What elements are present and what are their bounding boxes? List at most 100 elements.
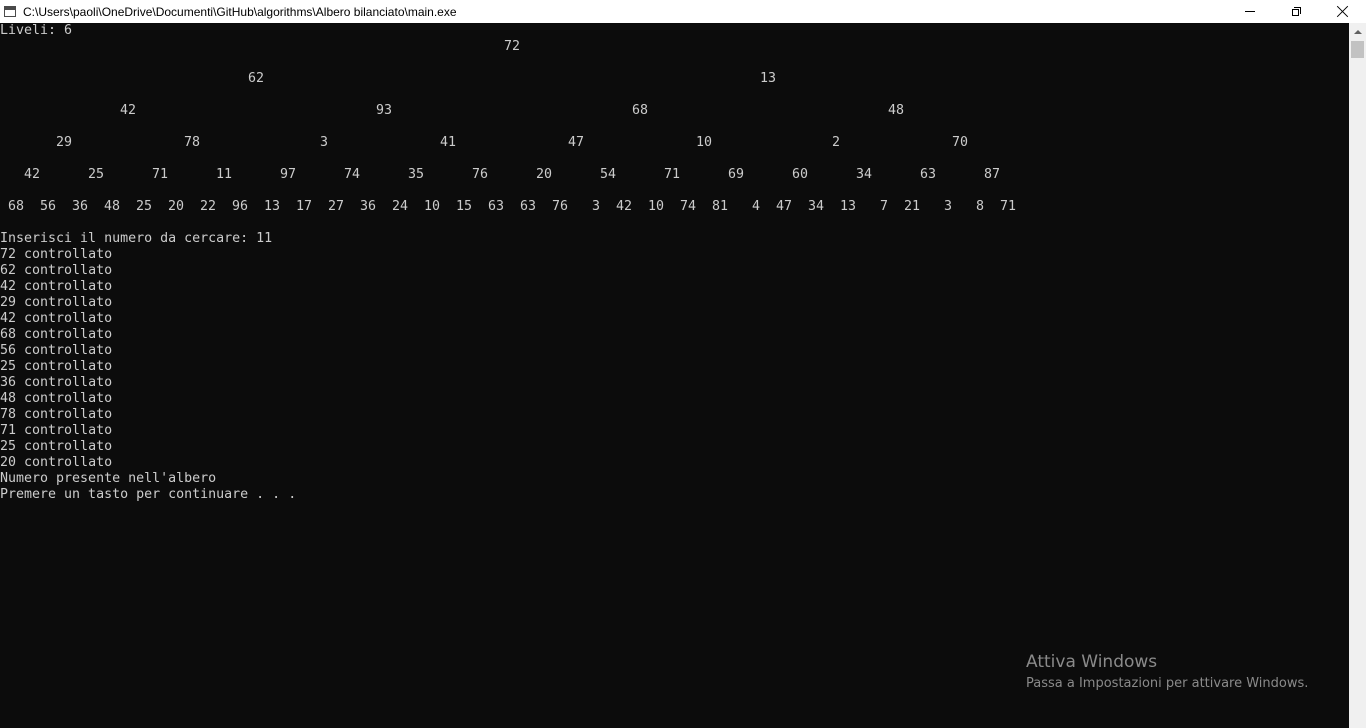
tree-node: 20: [168, 199, 185, 214]
tree-node: 8: [975, 199, 984, 214]
close-button[interactable]: [1319, 0, 1365, 23]
tree-node: 47: [568, 135, 585, 150]
tree-node: 63: [920, 167, 937, 182]
tree-node: 63: [520, 199, 537, 214]
tree-node: 93: [376, 103, 393, 118]
tree-node: 7: [879, 199, 888, 214]
checked-value: 20: [0, 455, 17, 470]
checked-value: 62: [0, 263, 17, 278]
tree-node: 36: [360, 199, 377, 214]
tree-node: 13: [264, 199, 281, 214]
tree-node: 72: [504, 39, 521, 54]
checked-value: 56: [0, 343, 17, 358]
tree-node: 60: [792, 167, 809, 182]
tree-node: 76: [552, 199, 569, 214]
checked-suffix: controllato: [16, 295, 113, 310]
checked-value: 29: [0, 295, 17, 310]
tree-node: 69: [728, 167, 745, 182]
console-app-icon[interactable]: [4, 6, 16, 17]
tree-node: 56: [40, 199, 57, 214]
tree-node: 42: [24, 167, 41, 182]
checked-value: 42: [0, 311, 17, 326]
checked-line: 42 controllato: [0, 279, 112, 295]
tree-node: 62: [248, 71, 265, 86]
tree-node: 20: [536, 167, 553, 182]
minimize-button[interactable]: [1227, 0, 1273, 23]
close-icon: [1337, 6, 1348, 17]
tree-node: 10: [424, 199, 441, 214]
tree-node: 97: [280, 167, 297, 182]
checked-line: 29 controllato: [0, 295, 112, 311]
window-title: C:\Users\paoli\OneDrive\Documenti\GitHub…: [23, 4, 457, 19]
checked-suffix: controllato: [16, 263, 113, 278]
checked-value: 68: [0, 327, 17, 342]
console-window: C:\Users\paoli\OneDrive\Documenti\GitHub…: [0, 0, 1366, 728]
restore-button[interactable]: [1273, 0, 1319, 23]
activation-watermark: Attiva Windows Passa a Impostazioni per …: [1026, 651, 1308, 694]
tree-node: 36: [72, 199, 89, 214]
checked-value: 78: [0, 407, 17, 422]
tree-node: 70: [952, 135, 969, 150]
console-output[interactable]: Liveli: 6 72 62 13 42 93 68 48 29 78 3 41 47 10 2 70 42…: [0, 23, 1349, 728]
checked-line: 36 controllato: [0, 375, 112, 391]
checked-suffix: controllato: [16, 455, 113, 470]
checked-value: 48: [0, 391, 17, 406]
tree-node: 25: [88, 167, 105, 182]
tree-node: 48: [104, 199, 121, 214]
watermark-subtitle: Passa a Impostazioni per attivare Window…: [1026, 676, 1309, 691]
tree-node: 68: [8, 199, 25, 214]
vertical-scrollbar[interactable]: [1349, 23, 1366, 728]
checked-value: 72: [0, 247, 17, 262]
tree-node: 71: [152, 167, 169, 182]
checked-suffix: controllato: [16, 311, 113, 326]
tree-node: 34: [856, 167, 873, 182]
tree-node: 47: [776, 199, 793, 214]
tree-node: 22: [200, 199, 217, 214]
checked-suffix: controllato: [16, 279, 113, 294]
tree-node: 2: [831, 135, 840, 150]
checked-value: 71: [0, 423, 17, 438]
tree-node: 96: [232, 199, 249, 214]
title-bar[interactable]: C:\Users\paoli\OneDrive\Documenti\GitHub…: [0, 0, 1366, 23]
checked-line: 78 controllato: [0, 407, 112, 423]
tree-node: 63: [488, 199, 505, 214]
tree-node: 74: [344, 167, 361, 182]
tree-node: 74: [680, 199, 697, 214]
tree-node: 71: [664, 167, 681, 182]
tree-node: 25: [136, 199, 153, 214]
tree-node: 34: [808, 199, 825, 214]
tree-node: 71: [1000, 199, 1017, 214]
tree-node: 11: [216, 167, 233, 182]
checked-line: 25 controllato: [0, 359, 112, 375]
scroll-up-button[interactable]: [1349, 23, 1366, 40]
checked-line: 68 controllato: [0, 327, 112, 343]
checked-value: 25: [0, 439, 17, 454]
checked-line: 72 controllato: [0, 247, 112, 263]
tree-node: 27: [328, 199, 345, 214]
tree-node: 42: [120, 103, 137, 118]
tree-node: 42: [616, 199, 633, 214]
checked-suffix: controllato: [16, 359, 113, 374]
tree-node: 78: [184, 135, 201, 150]
tree-node: 24: [392, 199, 409, 214]
tree-node: 17: [296, 199, 313, 214]
checked-line: 48 controllato: [0, 391, 112, 407]
tree-node: 68: [632, 103, 649, 118]
tree-node: 41: [440, 135, 457, 150]
tree-node: 10: [696, 135, 713, 150]
tree-node: 3: [943, 199, 952, 214]
checked-suffix: controllato: [16, 247, 113, 262]
checked-suffix: controllato: [16, 407, 113, 422]
tree-node: 3: [319, 135, 328, 150]
restore-icon: [1291, 7, 1301, 16]
result-line: Numero presente nell'albero: [0, 471, 217, 486]
checked-suffix: controllato: [16, 343, 113, 358]
scroll-thumb[interactable]: [1351, 41, 1364, 58]
checked-suffix: controllato: [16, 327, 113, 342]
checked-suffix: controllato: [16, 423, 113, 438]
checked-suffix: controllato: [16, 391, 113, 406]
arrow-up-icon: [1353, 29, 1362, 34]
tree-node: 54: [600, 167, 617, 182]
checked-line: 56 controllato: [0, 343, 112, 359]
tree-node: 48: [888, 103, 905, 118]
